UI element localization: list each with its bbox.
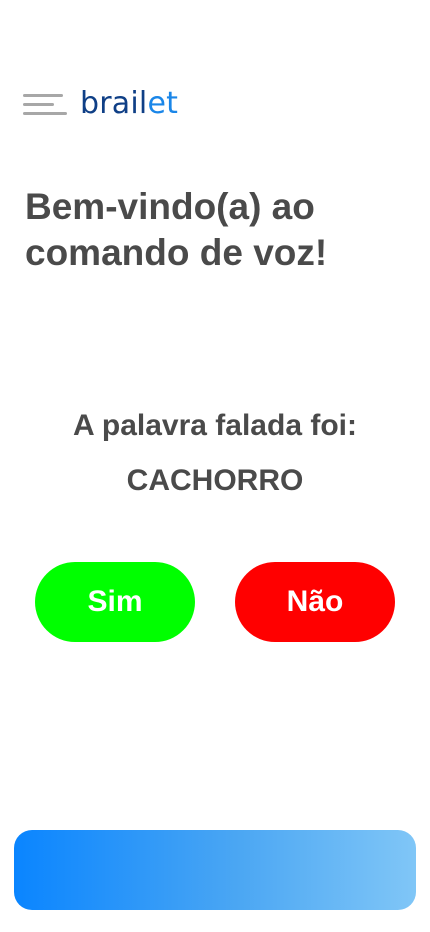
hamburger-menu-icon[interactable] bbox=[23, 89, 67, 119]
brand-logo: brailet bbox=[80, 86, 178, 122]
bottom-action-bar[interactable] bbox=[14, 830, 416, 910]
voice-command-screen: brailet Bem-vindo(a) ao comando de voz! … bbox=[0, 0, 430, 932]
menu-line bbox=[23, 93, 63, 97]
menu-line bbox=[23, 102, 54, 106]
spoken-word-value: CACHORRO bbox=[126, 464, 304, 497]
no-button[interactable]: Não bbox=[235, 562, 395, 642]
page-title: Bem-vindo(a) ao comando de voz! bbox=[25, 186, 328, 273]
spoken-word-label: A palavra falada foi: bbox=[73, 409, 357, 442]
brand-suffix: et bbox=[147, 86, 179, 121]
brand-prefix: brail bbox=[80, 86, 148, 121]
yes-button[interactable]: Sim bbox=[35, 562, 195, 642]
app-header: brailet bbox=[23, 86, 178, 122]
menu-line bbox=[23, 111, 67, 115]
